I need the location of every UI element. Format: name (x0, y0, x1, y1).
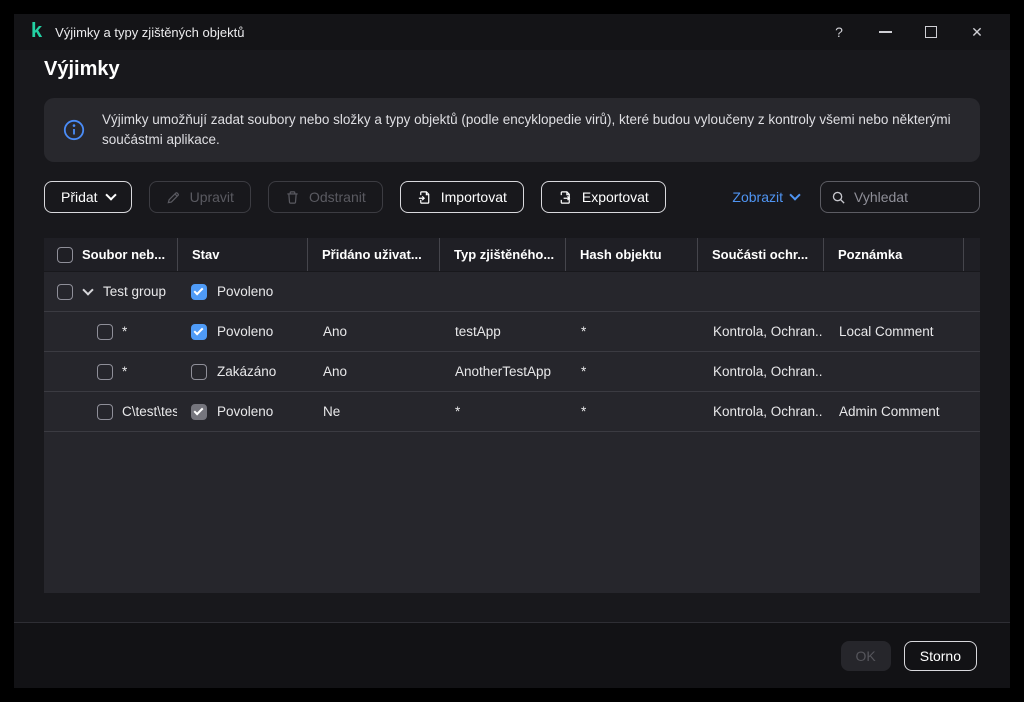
column-header-added-by-user[interactable]: Přidáno uživat... (307, 238, 439, 271)
pencil-icon (166, 190, 181, 205)
row-select-checkbox[interactable] (57, 284, 73, 300)
column-header-hash[interactable]: Hash objektu (565, 238, 697, 271)
title-bar: k Výjimky a typy zjištěných objektů ? ✕ (14, 14, 1010, 50)
help-icon: ? (835, 24, 843, 40)
table-header: Soubor neb... Stav Přidáno uživat... Typ… (44, 238, 980, 272)
kaspersky-logo-icon: k (31, 21, 42, 41)
import-icon (417, 190, 432, 205)
status-label: Povoleno (217, 324, 273, 339)
object-type-value: AnotherTestApp (439, 352, 565, 391)
table-body: Test group Povoleno * Povoleno Ano testA… (44, 272, 980, 432)
table-row[interactable]: * Povoleno Ano testApp * Kontrola, Ochra… (44, 312, 980, 352)
row-select-checkbox[interactable] (97, 364, 113, 380)
table-row[interactable]: * Zakázáno Ano AnotherTestApp * Kontrola… (44, 352, 980, 392)
comment-value (823, 352, 963, 391)
page-title: Výjimky (44, 58, 120, 81)
edit-button-label: Upravit (190, 189, 234, 205)
object-type-value: * (439, 392, 565, 431)
file-or-folder-value: * (122, 364, 127, 379)
status-checkbox[interactable] (191, 324, 207, 340)
components-value: Kontrola, Ochran... (697, 312, 823, 351)
chevron-down-icon (105, 189, 116, 200)
cancel-button[interactable]: Storno (904, 641, 977, 671)
show-dropdown[interactable]: Zobrazit (732, 189, 799, 205)
edit-button[interactable]: Upravit (149, 181, 251, 213)
column-header-comment[interactable]: Poznámka (823, 238, 963, 271)
row-select-checkbox[interactable] (97, 324, 113, 340)
export-button[interactable]: Exportovat (541, 181, 666, 213)
footer-bar: OK Storno (14, 622, 1010, 688)
table-row[interactable]: C\test\tes... Povoleno Ne * * Kontrola, … (44, 392, 980, 432)
export-icon (558, 190, 573, 205)
status-checkbox[interactable] (191, 404, 207, 420)
status-checkbox[interactable] (191, 284, 207, 300)
group-name: Test group (103, 284, 166, 299)
delete-button[interactable]: Odstranit (268, 181, 383, 213)
toolbar: Přidat Upravit Odstranit Import (44, 181, 980, 213)
comment-value: Admin Comment (823, 392, 963, 431)
info-icon (62, 118, 86, 142)
show-dropdown-label: Zobrazit (732, 189, 783, 205)
hash-value: * (565, 312, 697, 351)
minimize-icon (879, 31, 892, 33)
column-header-object-type[interactable]: Typ zjištěného... (439, 238, 565, 271)
window-controls: ? ✕ (816, 14, 1000, 50)
chevron-down-icon (789, 189, 800, 200)
import-button[interactable]: Importovat (400, 181, 524, 213)
ok-button[interactable]: OK (841, 641, 891, 671)
search-input[interactable] (854, 189, 969, 205)
file-or-folder-value: C\test\tes... (122, 404, 177, 419)
column-header-file[interactable]: Soubor neb... (76, 238, 177, 271)
close-button[interactable]: ✕ (954, 14, 1000, 50)
column-header-spacer (963, 238, 980, 271)
search-icon (831, 190, 846, 205)
window-title: Výjimky a typy zjištěných objektů (55, 25, 244, 40)
status-label: Povoleno (217, 284, 273, 299)
hash-value: * (565, 352, 697, 391)
added-by-user-value: Ano (307, 352, 439, 391)
added-by-user-value: Ne (307, 392, 439, 431)
select-all-checkbox[interactable] (57, 247, 73, 263)
hash-value: * (565, 392, 697, 431)
collapse-chevron-icon[interactable] (82, 284, 93, 295)
app-window: k Výjimky a typy zjištěných objektů ? ✕ … (14, 14, 1010, 688)
export-button-label: Exportovat (582, 189, 649, 205)
table-row-group[interactable]: Test group Povoleno (44, 272, 980, 312)
added-by-user-value: Ano (307, 312, 439, 351)
maximize-button[interactable] (908, 14, 954, 50)
info-banner-text: Výjimky umožňují zadat soubory nebo slož… (102, 110, 962, 150)
search-box[interactable] (820, 181, 980, 213)
file-or-folder-value: * (122, 324, 127, 339)
status-label: Zakázáno (217, 364, 276, 379)
column-header-components[interactable]: Součásti ochr... (697, 238, 823, 271)
add-button-label: Přidat (61, 189, 98, 205)
help-button[interactable]: ? (816, 14, 862, 50)
row-select-checkbox[interactable] (97, 404, 113, 420)
delete-button-label: Odstranit (309, 189, 366, 205)
maximize-icon (925, 26, 937, 38)
components-value: Kontrola, Ochran... (697, 352, 823, 391)
close-icon: ✕ (971, 24, 983, 41)
trash-icon (285, 190, 300, 205)
status-checkbox[interactable] (191, 364, 207, 380)
info-banner: Výjimky umožňují zadat soubory nebo slož… (44, 98, 980, 162)
minimize-button[interactable] (862, 14, 908, 50)
comment-value: Local Comment (823, 312, 963, 351)
import-button-label: Importovat (441, 189, 507, 205)
add-button[interactable]: Přidat (44, 181, 132, 213)
column-header-status[interactable]: Stav (177, 238, 307, 271)
object-type-value: testApp (439, 312, 565, 351)
status-label: Povoleno (217, 404, 273, 419)
exclusions-table: Soubor neb... Stav Přidáno uživat... Typ… (44, 238, 980, 593)
components-value: Kontrola, Ochran... (697, 392, 823, 431)
